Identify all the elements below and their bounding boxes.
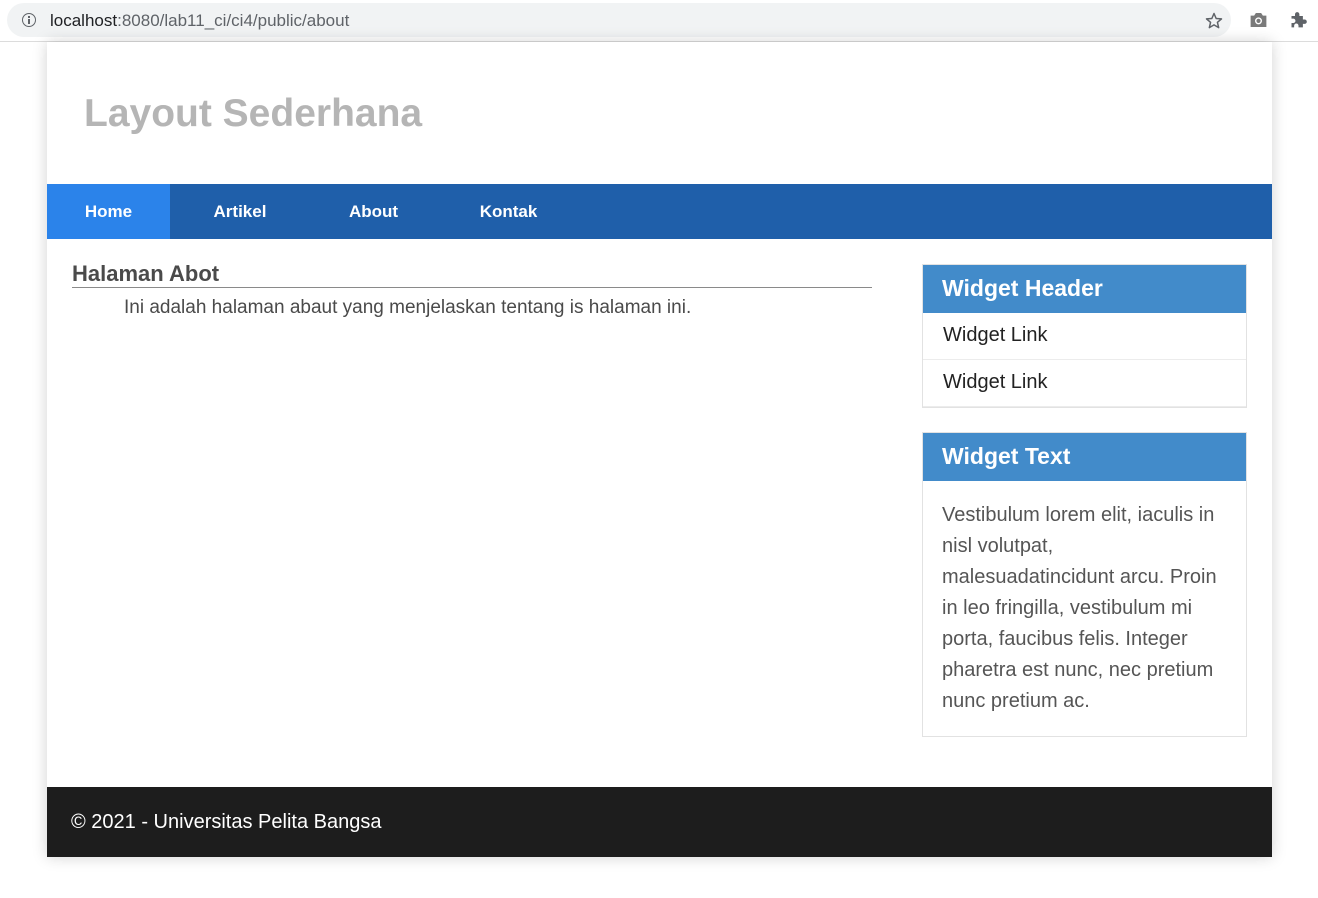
browser-toolbar: localhost:8080/lab11_ci/ci4/public/about <box>0 0 1318 42</box>
nav-item-about[interactable]: About <box>310 184 437 239</box>
widget-header: Widget Header <box>923 265 1246 313</box>
url-text[interactable]: localhost:8080/lab11_ci/ci4/public/about <box>50 11 349 31</box>
widget-text-header: Widget Text <box>923 433 1246 481</box>
url-path: :8080/lab11_ci/ci4/public/about <box>117 11 350 30</box>
widget-link-2[interactable]: Widget Link <box>923 360 1246 407</box>
main-nav: Home Artikel About Kontak <box>47 184 1272 239</box>
widget-links: Widget Header Widget Link Widget Link <box>922 264 1247 408</box>
nav-item-artikel[interactable]: Artikel <box>170 184 310 239</box>
star-icon[interactable] <box>1204 11 1224 31</box>
page-text: Ini adalah halaman abaut yang menjelaska… <box>124 297 692 318</box>
site-title: Layout Sederhana <box>84 92 423 135</box>
page-container: Layout Sederhana Home Artikel About Kont… <box>47 42 1272 857</box>
site-footer: © 2021 - Universitas Pelita Bangsa <box>47 787 1272 857</box>
widget-text-body: Vestibulum lorem elit, iaculis in nisl v… <box>942 504 1217 712</box>
camera-icon[interactable] <box>1248 10 1269 30</box>
widget-text: Widget Text Vestibulum lorem elit, iacul… <box>922 432 1247 737</box>
puzzle-icon[interactable] <box>1288 9 1309 30</box>
main-content: Halaman Abot Ini adalah halaman abaut ya… <box>72 262 872 319</box>
widget-link-1[interactable]: Widget Link <box>923 313 1246 360</box>
nav-item-home[interactable]: Home <box>47 184 170 239</box>
address-bar[interactable]: localhost:8080/lab11_ci/ci4/public/about <box>7 3 1231 37</box>
url-host: localhost <box>50 11 118 30</box>
page-heading: Halaman Abot <box>72 262 872 288</box>
info-icon[interactable] <box>22 13 36 27</box>
site-header: Layout Sederhana <box>47 42 1272 184</box>
nav-item-kontak[interactable]: Kontak <box>437 184 580 239</box>
